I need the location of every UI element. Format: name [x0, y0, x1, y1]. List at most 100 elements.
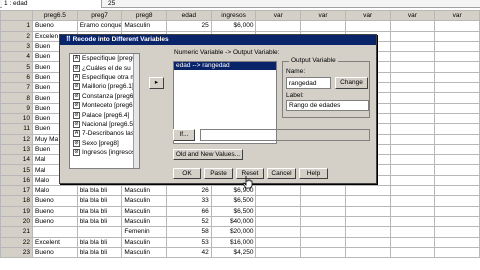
table-cell[interactable]	[344, 205, 391, 217]
table-cell[interactable]	[255, 195, 302, 207]
table-cell[interactable]	[434, 236, 480, 248]
table-cell[interactable]	[434, 112, 480, 125]
table-cell[interactable]: Masculin	[121, 215, 168, 228]
table-cell[interactable]	[389, 154, 436, 166]
name-input[interactable]: rangedad	[286, 77, 331, 89]
table-cell[interactable]	[389, 164, 436, 176]
table-cell[interactable]	[389, 51, 436, 63]
variable-list-item[interactable]: ⊘ Sexo [preg8]	[70, 139, 139, 148]
table-cell[interactable]	[434, 61, 480, 73]
paste-button[interactable]: Paste	[204, 168, 233, 179]
column-header[interactable]: var	[434, 9, 480, 22]
table-cell[interactable]: bla bla bli	[76, 195, 123, 207]
change-button[interactable]: Change	[335, 77, 368, 89]
column-header[interactable]: var	[389, 9, 436, 22]
table-cell[interactable]: Masculin	[121, 205, 168, 217]
table-cell[interactable]	[434, 102, 480, 114]
table-cell[interactable]	[255, 226, 302, 238]
row-header[interactable]: 23	[0, 246, 33, 259]
table-cell[interactable]: $16,000	[210, 236, 257, 248]
table-cell[interactable]	[76, 226, 123, 238]
table-cell[interactable]	[434, 164, 480, 176]
table-cell[interactable]	[389, 246, 436, 259]
table-cell[interactable]: Malo	[32, 185, 78, 197]
table-cell[interactable]: Masculin	[121, 20, 168, 32]
row-header[interactable]: 18	[0, 195, 33, 207]
variable-list-item[interactable]: ⊘ Maillorio [preg6.1]	[70, 82, 139, 91]
table-cell[interactable]	[300, 205, 346, 217]
table-cell[interactable]	[344, 246, 391, 259]
table-cell[interactable]	[255, 215, 302, 228]
variable-list-item[interactable]: A 7-Describanos las	[70, 129, 139, 138]
row-header[interactable]: 17	[0, 185, 33, 197]
table-cell[interactable]	[389, 185, 436, 197]
table-cell[interactable]	[389, 123, 436, 135]
table-cell[interactable]: 53	[166, 236, 212, 248]
table-cell[interactable]: 25	[166, 20, 212, 32]
table-cell[interactable]	[344, 20, 391, 32]
table-cell[interactable]	[434, 174, 480, 187]
table-cell[interactable]: $6,500	[210, 195, 257, 207]
row-header[interactable]: 19	[0, 205, 33, 217]
ok-button[interactable]: OK	[173, 168, 201, 179]
row-header[interactable]: 13	[0, 143, 33, 156]
table-cell[interactable]: bla bla bli	[76, 236, 123, 248]
column-header[interactable]: preg7	[76, 9, 123, 22]
row-header[interactable]: 11	[0, 123, 33, 135]
table-cell[interactable]	[434, 123, 480, 135]
table-cell[interactable]	[344, 195, 391, 207]
table-cell[interactable]: Masculin	[121, 185, 168, 197]
table-cell[interactable]	[389, 71, 436, 84]
old-new-values-button[interactable]: Old and New Values...	[173, 149, 243, 160]
table-cell[interactable]	[434, 133, 480, 145]
table-cell[interactable]	[389, 226, 436, 238]
column-header[interactable]: var	[344, 9, 391, 22]
table-cell[interactable]: $20,000	[210, 226, 257, 238]
cell-value-field[interactable]: 25	[108, 0, 115, 8]
row-header[interactable]: 6	[0, 71, 33, 84]
table-cell[interactable]: Masculin	[121, 236, 168, 248]
table-cell[interactable]	[389, 195, 436, 207]
row-header[interactable]: 3	[0, 40, 33, 53]
table-cell[interactable]	[434, 92, 480, 104]
column-header[interactable]: preg6.5	[32, 9, 78, 22]
table-cell[interactable]	[389, 236, 436, 248]
table-cell[interactable]: Bueno	[32, 20, 78, 32]
table-cell[interactable]	[434, 226, 480, 238]
if-button[interactable]: If...	[173, 129, 195, 141]
table-cell[interactable]: 33	[166, 195, 212, 207]
table-cell[interactable]	[300, 195, 346, 207]
table-cell[interactable]	[300, 246, 346, 259]
table-cell[interactable]	[389, 92, 436, 104]
column-header[interactable]: var	[255, 9, 302, 22]
variable-list-item[interactable]: A Especifique [preg6	[70, 54, 139, 63]
table-cell[interactable]	[389, 174, 436, 187]
table-cell[interactable]: $4,250	[210, 246, 257, 259]
table-cell[interactable]	[434, 215, 480, 228]
row-header[interactable]: 8	[0, 92, 33, 104]
source-variable-list[interactable]: A Especifique [preg6 ⊘ ¿Cuáles el de su pAE…	[69, 53, 140, 169]
row-header[interactable]: 21	[0, 226, 33, 238]
table-cell[interactable]: Excelent	[32, 236, 78, 248]
table-cell[interactable]: $40,000	[210, 215, 257, 228]
table-cell[interactable]: bla bla bli	[76, 185, 123, 197]
table-cell[interactable]: bla bla bli	[76, 205, 123, 217]
help-button[interactable]: Help	[299, 168, 328, 179]
row-header[interactable]: 15	[0, 164, 33, 176]
table-cell[interactable]	[434, 20, 480, 32]
cancel-button[interactable]: Cancel	[267, 168, 296, 179]
table-cell[interactable]: bla bla bli	[76, 246, 123, 259]
table-cell[interactable]: Eramo conque me da U	[76, 20, 123, 32]
table-cell[interactable]: bla bla bli	[76, 215, 123, 228]
row-header[interactable]: 1	[0, 20, 33, 32]
row-header[interactable]: 5	[0, 61, 33, 73]
table-cell[interactable]: Masculin	[121, 246, 168, 259]
row-header[interactable]: 12	[0, 133, 33, 145]
table-cell[interactable]: Bueno	[32, 246, 78, 259]
label-input[interactable]: Rango de edades	[286, 100, 369, 111]
table-cell[interactable]	[300, 215, 346, 228]
variable-list-item[interactable]: A Especifique otra m	[70, 73, 139, 82]
variable-list-item[interactable]: ⊘ ¿Cuáles el de su p	[70, 63, 139, 72]
table-cell[interactable]: 42	[166, 246, 212, 259]
table-cell[interactable]	[434, 40, 480, 53]
